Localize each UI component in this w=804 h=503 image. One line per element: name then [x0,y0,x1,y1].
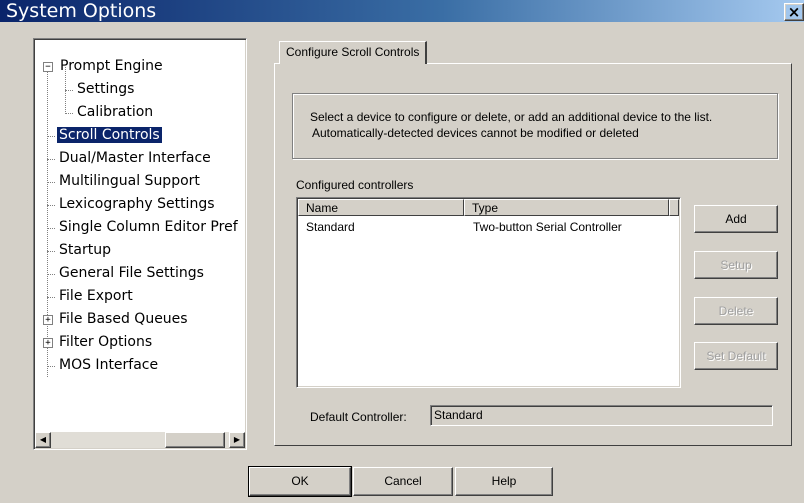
tree-item-startup[interactable]: Startup [57,240,113,260]
collapse-icon[interactable]: − [43,62,53,72]
default-controller-field: Standard [430,405,773,426]
tree-item-settings[interactable]: Settings [75,79,136,99]
tree-item-dual-master-interface[interactable]: Dual/Master Interface [57,148,213,168]
tree-item-prompt-engine[interactable]: Prompt Engine [58,56,165,76]
tree-line [47,159,55,160]
tree-line [47,182,55,183]
cancel-button[interactable]: Cancel [353,467,453,496]
add-button[interactable]: Add [694,205,778,233]
tree-line [47,205,55,206]
tree-horizontal-scrollbar[interactable]: ◀ ▶ [35,432,245,448]
tree-line [47,228,55,229]
configured-controllers-label: Configured controllers [296,178,414,192]
column-header-name[interactable]: Name [298,199,464,216]
tree-item-lexicography-settings[interactable]: Lexicography Settings [57,194,217,214]
tree-item-file-export[interactable]: File Export [57,286,135,306]
tab-configure-scroll-controls[interactable]: Configure Scroll Controls [279,41,428,64]
setup-button[interactable]: Setup [694,251,778,279]
scroll-left-icon[interactable]: ◀ [35,432,51,448]
info-text-line1: Select a device to configure or delete, … [310,110,713,124]
expand-icon[interactable]: + [43,338,53,348]
tree-line [47,251,55,252]
default-controller-label: Default Controller: [310,410,407,424]
close-icon[interactable]: × [784,3,804,21]
tree-line [65,113,73,114]
title-bar: System Options × [0,0,804,22]
expand-icon[interactable]: + [43,315,53,325]
set-default-button[interactable]: Set Default [694,342,778,370]
tree-item-file-based-queues[interactable]: File Based Queues [57,309,190,329]
scroll-thumb[interactable] [165,432,225,448]
delete-button[interactable]: Delete [694,297,778,325]
tree-item-general-file-settings[interactable]: General File Settings [57,263,206,283]
scroll-right-icon[interactable]: ▶ [229,432,245,448]
tree-line [47,136,55,137]
window-title: System Options [6,0,157,22]
tree-item-scroll-controls[interactable]: Scroll Controls [57,125,162,145]
row-type-cell: Two-button Serial Controller [473,220,622,234]
info-box: Select a device to configure or delete, … [292,93,778,159]
tree-item-mos-interface[interactable]: MOS Interface [57,355,160,375]
row-name-cell: Standard [306,220,355,234]
tree-line [65,90,73,91]
info-text-line2: Automatically-detected devices cannot be… [312,126,639,140]
tree-line [47,274,55,275]
tree-item-filter-options[interactable]: Filter Options [57,332,154,352]
help-button[interactable]: Help [455,467,553,496]
controllers-list[interactable]: Name Type Standard Two-button Serial Con… [296,197,681,388]
options-tree[interactable]: − Prompt Engine Settings Calibration Scr… [33,38,247,450]
tree-line [47,297,55,298]
ok-button[interactable]: OK [248,466,352,497]
tree-line [47,67,48,377]
tree-item-single-column-editor-pref[interactable]: Single Column Editor Pref [57,217,240,237]
column-header-type[interactable]: Type [464,199,669,216]
tree-item-calibration[interactable]: Calibration [75,102,155,122]
column-header-filler [669,199,679,216]
tree-line [47,366,55,367]
tree-item-multilingual-support[interactable]: Multilingual Support [57,171,202,191]
